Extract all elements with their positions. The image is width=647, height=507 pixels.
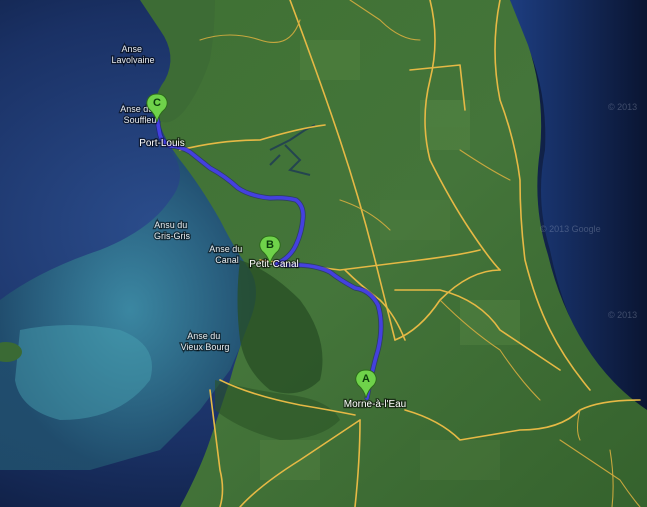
marker-a-letter: A [362, 373, 370, 385]
label-ansu-du-gris-gris-line-1: Ansu du [154, 220, 187, 230]
marker-b-letter: B [266, 239, 274, 251]
label-ansu-du-gris-gris: Ansu du Gris-Gris [154, 220, 190, 241]
label-morne-a-l-eau: Morne-à-l'Eau [344, 399, 407, 410]
marker-c-letter: C [153, 97, 161, 109]
watermark-1: © 2013 [608, 102, 637, 112]
label-anse-du-souffleur-line-2: Souffleu [124, 115, 157, 125]
label-anse-lavolvaine-line-2: Lavolvaine [111, 55, 154, 65]
watermark-2: © 2013 Google [540, 224, 601, 234]
label-petit-canal: Petit-Canal [249, 259, 298, 270]
label-port-louis: Port-Louis [139, 138, 185, 149]
watermark-3: © 2013 [608, 310, 637, 320]
label-anse-du-vieux-bourg: Anse du Vieux Bourg [181, 331, 230, 352]
label-anse-du-canal-line-2: Canal [215, 255, 239, 265]
label-anse-lavolvaine-line-1: Anse [121, 44, 142, 54]
label-anse-du-vieux-bourg-line-2: Vieux Bourg [181, 342, 230, 352]
label-anse-du-canal-line-1: Anse du [209, 244, 242, 254]
label-anse-du-vieux-bourg-line-1: Anse du [187, 331, 220, 341]
label-ansu-du-gris-gris-line-2: Gris-Gris [154, 231, 190, 241]
satellite-map[interactable]: Anse Lavolvaine Anse du Souffleu Port-Lo… [0, 0, 647, 507]
